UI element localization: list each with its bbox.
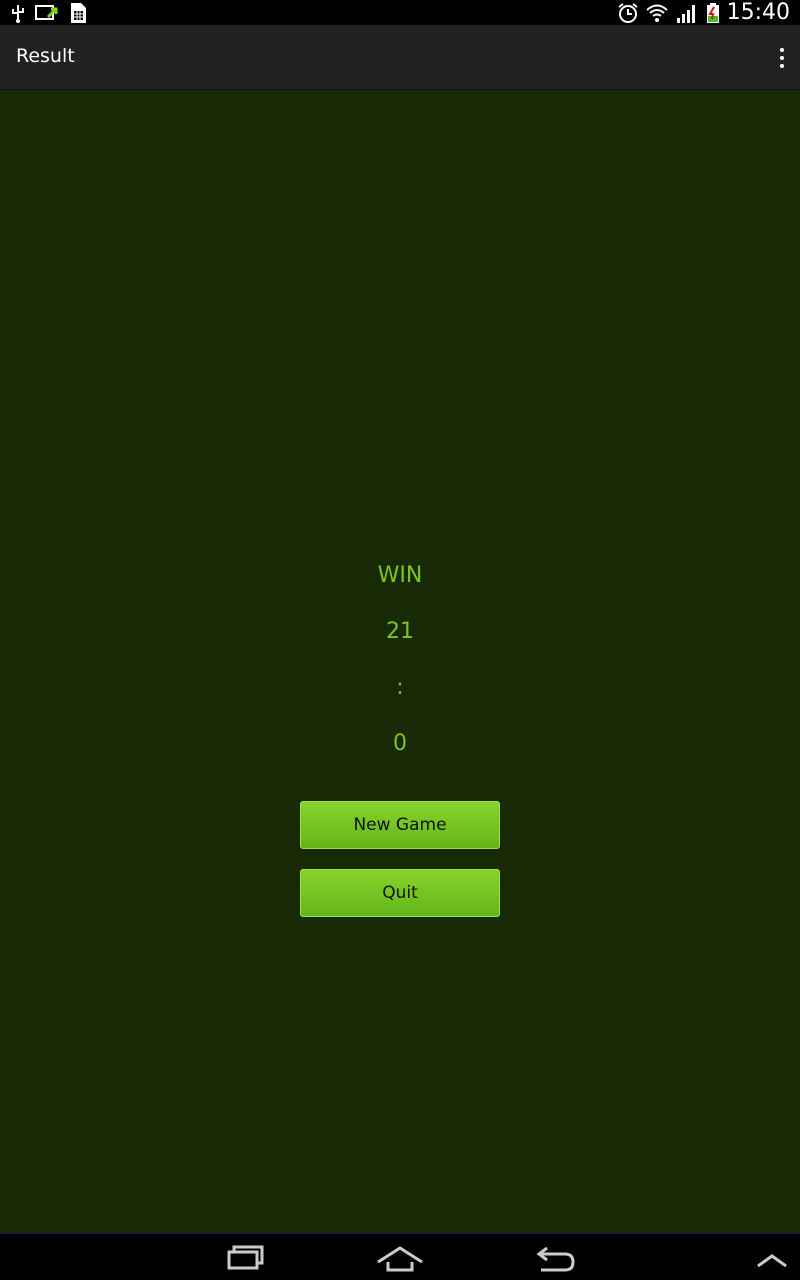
back-icon[interactable] — [525, 1240, 585, 1276]
navigation-bar — [0, 1232, 800, 1280]
wifi-icon — [645, 4, 668, 22]
overflow-menu-icon[interactable] — [776, 47, 788, 69]
score-right: 0 — [393, 731, 407, 756]
sim-card-icon — [71, 3, 86, 23]
status-right-icons: 15:40 — [617, 0, 790, 25]
screen-cast-icon — [35, 5, 58, 20]
alarm-icon — [617, 2, 638, 23]
action-bar: Result — [0, 25, 800, 90]
signal-icon — [676, 4, 695, 23]
recent-apps-icon[interactable] — [215, 1240, 275, 1276]
new-game-button[interactable]: New Game — [300, 801, 500, 849]
battery-icon — [706, 2, 719, 23]
status-bar: 15:40 — [0, 0, 800, 25]
usb-icon — [12, 5, 24, 23]
home-icon[interactable] — [370, 1240, 430, 1276]
status-time: 15:40 — [726, 0, 790, 25]
result-content: WIN 21 : 0 New Game Quit — [0, 90, 800, 1232]
score-separator: : — [396, 675, 404, 700]
score-left: 21 — [386, 619, 414, 644]
page-title: Result — [16, 45, 75, 67]
quit-button[interactable]: Quit — [300, 869, 500, 917]
chevron-up-icon[interactable] — [740, 1240, 800, 1276]
result-status: WIN — [377, 563, 423, 588]
status-left-icons — [10, 2, 88, 24]
